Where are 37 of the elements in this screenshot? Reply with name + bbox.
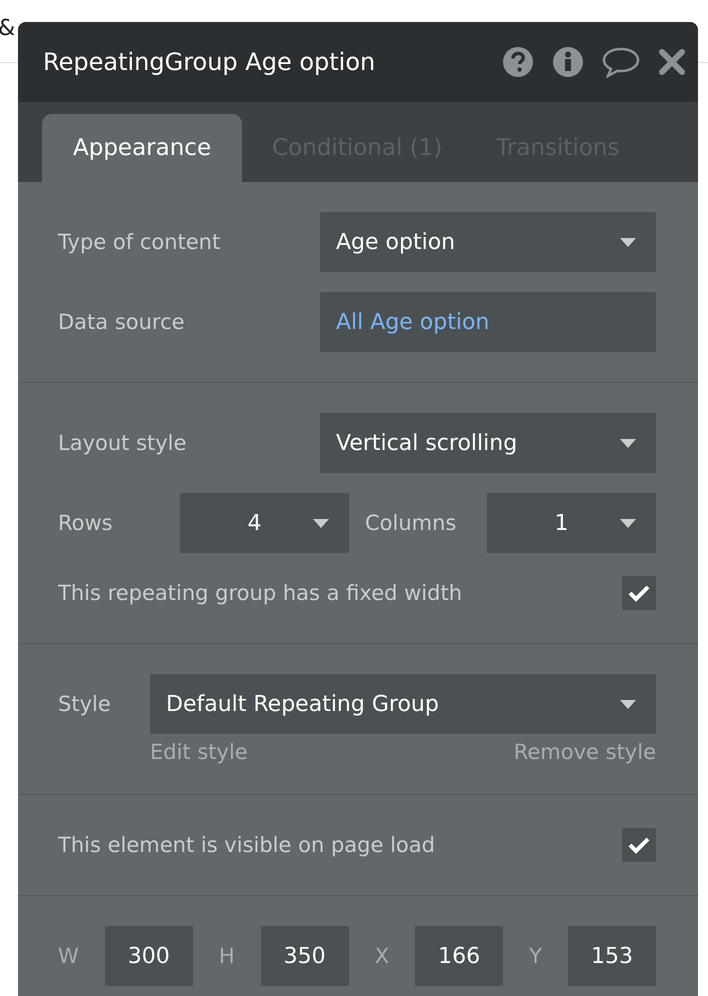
caret-icon xyxy=(620,238,636,246)
field-label: Type of content xyxy=(58,230,222,254)
help-icon[interactable] xyxy=(502,46,534,78)
check-icon xyxy=(628,836,650,854)
field-label: Data source xyxy=(58,310,186,334)
tab[interactable]: Appearance xyxy=(42,114,242,182)
dropdown[interactable]: Default Repeating Group xyxy=(150,674,656,734)
checkbox[interactable] xyxy=(622,576,656,610)
close-icon[interactable] xyxy=(658,48,686,76)
field-label: X xyxy=(374,944,390,968)
field-label: Layout style xyxy=(58,431,188,455)
caret-icon xyxy=(313,518,329,528)
window-title: RepeatingGroup Age option xyxy=(43,48,376,76)
field-label: Style xyxy=(58,692,112,716)
input-field[interactable]: 153 xyxy=(568,926,656,986)
dropdown[interactable]: Vertical scrolling xyxy=(320,413,656,473)
input-field[interactable]: 300 xyxy=(104,926,193,986)
info-icon[interactable] xyxy=(552,46,584,78)
field-label: Rows xyxy=(58,511,114,535)
checkbox[interactable] xyxy=(622,828,656,862)
comment-icon[interactable] xyxy=(602,46,640,78)
expression-field[interactable]: All Age option xyxy=(320,292,656,352)
dropdown[interactable]: 1 xyxy=(487,493,656,553)
field-label: W xyxy=(58,944,79,968)
field-label: Columns xyxy=(365,511,458,535)
input-field[interactable]: 350 xyxy=(260,926,349,986)
checkbox-label: This element is visible on page load xyxy=(58,833,436,857)
caret-icon xyxy=(620,700,636,708)
field-label: Y xyxy=(529,944,542,968)
input-field[interactable]: 166 xyxy=(415,926,504,986)
dropdown[interactable]: 4 xyxy=(180,493,349,553)
checkbox-label: This repeating group has a fixed width xyxy=(58,581,464,605)
dropdown[interactable]: Age option xyxy=(320,212,656,272)
check-icon xyxy=(628,584,650,602)
caret-icon xyxy=(620,438,636,448)
caret-icon xyxy=(620,518,636,528)
field-label: H xyxy=(218,944,235,968)
